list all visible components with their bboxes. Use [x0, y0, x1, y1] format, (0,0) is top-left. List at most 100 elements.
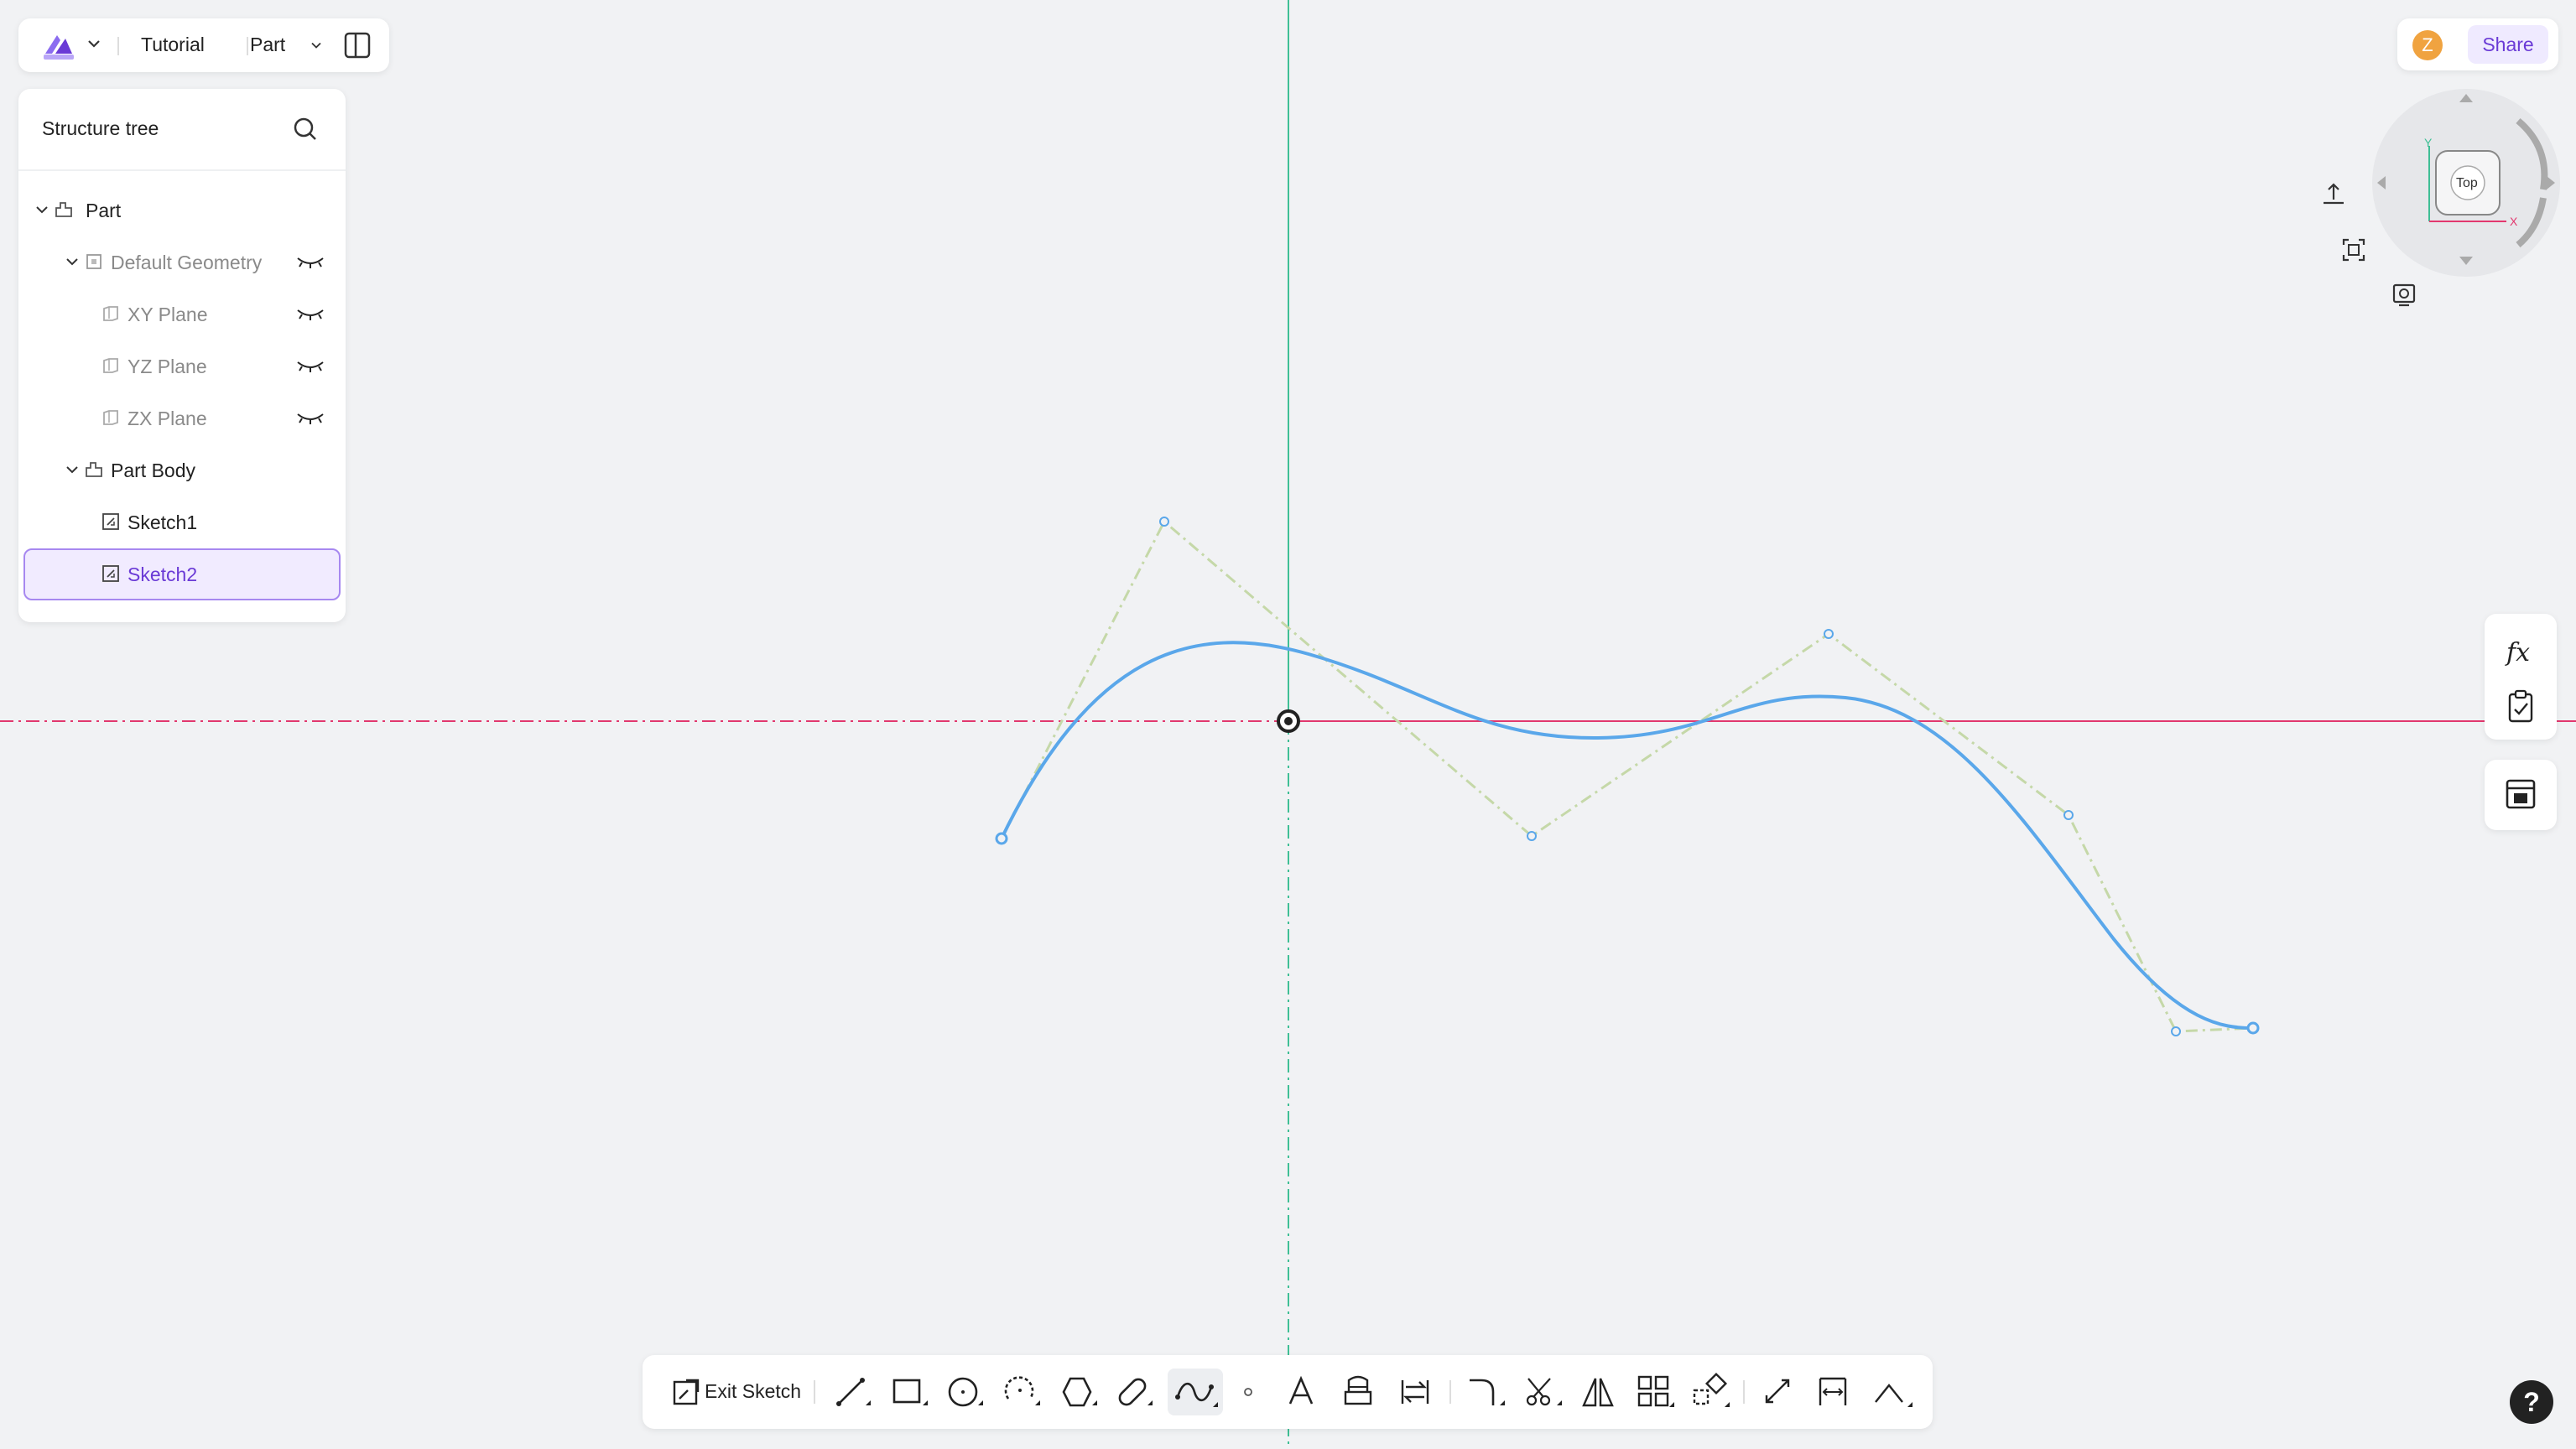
tree-item-label: Sketch2 — [127, 564, 198, 585]
sketch-icon — [102, 513, 119, 530]
eye-hidden-icon[interactable] — [295, 357, 325, 374]
transform-tool-button[interactable] — [1688, 1368, 1735, 1415]
plane-icon — [103, 410, 118, 425]
chevron-down-icon[interactable] — [84, 34, 104, 54]
zoom-fit-icon[interactable] — [2339, 235, 2369, 265]
control-point — [2063, 810, 2074, 820]
separator — [247, 37, 248, 55]
polygon-tool-button[interactable] — [1055, 1368, 1102, 1415]
top-bar: Tutorial Part — [18, 18, 389, 72]
checklist-icon[interactable] — [2505, 689, 2537, 724]
trim-tool-button[interactable] — [1520, 1368, 1567, 1415]
separator — [1449, 1380, 1451, 1404]
separator — [117, 37, 119, 55]
text-tool-button[interactable] — [1280, 1368, 1322, 1415]
mode-selector[interactable]: Part — [250, 34, 285, 56]
display-mode-icon[interactable] — [2389, 280, 2419, 310]
mirror-tool-button[interactable] — [1577, 1368, 1619, 1415]
plane-icon — [103, 358, 118, 373]
app-logo-icon[interactable] — [40, 29, 77, 62]
eye-hidden-icon[interactable] — [295, 253, 325, 270]
sketch-canvas[interactable] — [0, 0, 2576, 1449]
tree-item-label: Part — [86, 200, 122, 221]
tree-item-part[interactable]: Part — [25, 186, 339, 233]
tree-item-yz-plane[interactable]: YZ Plane — [25, 342, 339, 389]
circle-tool-button[interactable] — [941, 1368, 988, 1415]
separator — [1743, 1380, 1745, 1404]
right-tools-panel-2 — [2485, 760, 2557, 830]
divider — [18, 169, 346, 171]
sketch-toolbar: Exit Sketch — [643, 1355, 1933, 1429]
line-icon — [836, 1378, 871, 1406]
control-point — [2171, 1026, 2181, 1036]
tree-item-sketch1[interactable]: Sketch1 — [25, 498, 339, 545]
share-button[interactable]: Share — [2468, 25, 2548, 64]
separator — [814, 1380, 815, 1404]
hexagon-icon — [1062, 1377, 1097, 1407]
line-tool-button[interactable] — [829, 1368, 876, 1415]
tree-item-default-geometry[interactable]: Default Geometry — [25, 238, 339, 285]
control-points[interactable] — [995, 517, 2260, 1036]
tree-item-xy-plane[interactable]: XY Plane — [25, 290, 339, 337]
view-navigator: Top Y X — [2298, 80, 2563, 324]
arc-icon — [1004, 1376, 1040, 1405]
eye-hidden-icon[interactable] — [295, 409, 325, 426]
project-tool-button[interactable] — [1337, 1368, 1379, 1415]
nav-cube-face-label: Top — [2456, 176, 2478, 190]
dimension-tool-button[interactable] — [1756, 1368, 1798, 1415]
structure-tree-title: Structure tree — [42, 117, 159, 139]
axis-y-label: Y — [2424, 136, 2433, 149]
tree-item-zx-plane[interactable]: ZX Plane — [25, 394, 339, 441]
arc-tool-button[interactable] — [998, 1368, 1045, 1415]
sketch-icon — [102, 565, 119, 582]
horizontal-distance-icon — [1819, 1377, 1847, 1405]
spline-icon — [1175, 1382, 1218, 1407]
pattern-grid-icon — [1637, 1375, 1674, 1407]
exit-sketch-label: Exit Sketch — [705, 1380, 802, 1402]
point-tool-button[interactable] — [1231, 1368, 1265, 1415]
panel-layout-icon[interactable] — [342, 30, 372, 60]
slot-icon — [1118, 1378, 1153, 1406]
chevron-down-icon[interactable] — [64, 461, 81, 478]
avatar[interactable]: Z — [2412, 30, 2443, 60]
exit-sketch-icon — [673, 1379, 700, 1405]
tree-item-part-body[interactable]: Part Body — [25, 446, 339, 493]
tree-item-sketch2[interactable]: Sketch2 — [23, 548, 341, 600]
control-point — [1527, 831, 1537, 841]
constraint-tool-button[interactable] — [1812, 1368, 1854, 1415]
spline-tool-button[interactable] — [1168, 1368, 1223, 1415]
spline-curve[interactable] — [1000, 641, 2254, 1030]
mirror-icon — [1582, 1378, 1614, 1407]
body-icon — [86, 462, 102, 477]
projection-icon — [1344, 1375, 1372, 1405]
angle-tool-button[interactable] — [1867, 1368, 1918, 1415]
text-icon — [1288, 1375, 1314, 1405]
tree-item-label: XY Plane — [127, 304, 208, 325]
eye-hidden-icon[interactable] — [295, 305, 325, 322]
control-point — [1824, 629, 1834, 639]
user-share-panel: Z Share — [2397, 18, 2558, 70]
help-button[interactable]: ? — [2510, 1380, 2553, 1424]
project-name[interactable]: Tutorial — [141, 34, 205, 56]
trim-scissors-icon — [1526, 1378, 1562, 1406]
origin-point[interactable] — [1277, 709, 1300, 733]
chevron-down-icon[interactable] — [64, 253, 81, 270]
axis-x-label: X — [2510, 215, 2518, 228]
fillet-tool-button[interactable] — [1463, 1368, 1510, 1415]
tree-item-label: Part Body — [111, 460, 195, 481]
slot-tool-button[interactable] — [1111, 1368, 1158, 1415]
formula-icon[interactable]: fx — [2503, 634, 2538, 669]
chevron-down-icon[interactable] — [307, 37, 325, 54]
exit-sketch-button[interactable]: Exit Sketch — [659, 1368, 802, 1415]
tree-item-label: Sketch1 — [127, 512, 198, 533]
rectangle-tool-button[interactable] — [886, 1368, 933, 1415]
convert-tool-button[interactable] — [1394, 1368, 1436, 1415]
table-view-icon[interactable] — [2503, 776, 2538, 812]
search-icon[interactable] — [290, 114, 320, 144]
tree-item-label: Default Geometry — [111, 252, 263, 273]
pattern-tool-button[interactable] — [1632, 1368, 1679, 1415]
normal-to-sketch-icon[interactable] — [2318, 179, 2349, 210]
part-icon — [55, 202, 72, 217]
chevron-down-icon[interactable] — [34, 201, 50, 218]
svg-text:fx: fx — [2505, 638, 2530, 667]
